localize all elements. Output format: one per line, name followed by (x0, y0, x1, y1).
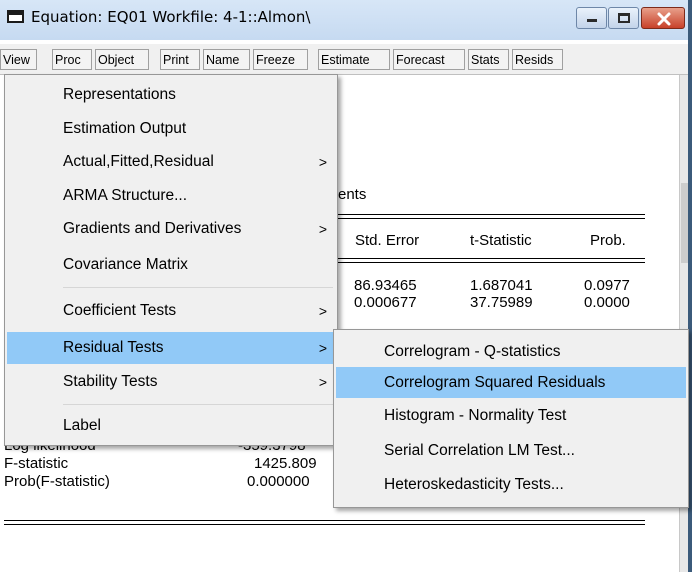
table-top-rule (338, 214, 645, 219)
menu-item-label: Representations (63, 86, 176, 103)
menu-item-label: ARMA Structure... (63, 187, 188, 204)
menu-item-representations[interactable]: Representations (7, 80, 335, 110)
submenu-arrow-icon: > (318, 374, 327, 390)
col-header-std-error: Std. Error (355, 232, 420, 249)
menu-item-label: Estimation Output (63, 120, 187, 137)
toolbar-resids-button[interactable]: Resids (512, 49, 563, 70)
menu-item-residual-tests[interactable]: Residual Tests > (7, 332, 335, 364)
toolbar-object-button[interactable]: Object (95, 49, 149, 70)
menu-item-estimation-output[interactable]: Estimation Output (7, 114, 335, 144)
close-icon (657, 12, 671, 26)
toolbar-stats-button[interactable]: Stats (468, 49, 509, 70)
menu-item-gradients-derivatives[interactable]: Gradients and Derivatives > (7, 214, 335, 244)
toolbar-view-button[interactable]: View (0, 49, 37, 70)
close-button[interactable] (641, 7, 685, 29)
stat-label: F-statistic (4, 455, 69, 472)
submenu-item-label: Heteroskedasticity Tests... (384, 476, 564, 493)
residual-tests-submenu: Correlogram - Q-statistics Correlogram S… (333, 329, 689, 508)
t-statistic-value: 1.687041 (470, 277, 533, 294)
menu-item-coefficient-tests[interactable]: Coefficient Tests > (7, 296, 335, 326)
maximize-button[interactable] (608, 7, 639, 29)
submenu-item-label: Correlogram Squared Residuals (384, 374, 606, 391)
submenu-arrow-icon: > (318, 221, 327, 237)
table-bottom-rule (4, 520, 645, 525)
submenu-item-correlogram-squared-residuals[interactable]: Correlogram Squared Residuals (336, 367, 686, 398)
toolbar-proc-button[interactable]: Proc (52, 49, 92, 70)
toolbar-name-button[interactable]: Name (203, 49, 250, 70)
menu-item-label: Stability Tests (63, 373, 158, 390)
t-statistic-value: 37.75989 (470, 294, 533, 311)
col-header-prob: Prob. (590, 232, 626, 249)
submenu-item-serial-correlation-lm-test[interactable]: Serial Correlation LM Test... (336, 436, 686, 466)
equation-window: Equation: EQ01 Workfile: 4-1::Almon\ Vie… (0, 0, 692, 572)
stat-value: 1425.809 (254, 455, 317, 472)
menu-item-label: Actual,Fitted,Residual (63, 153, 214, 170)
menu-item-label: Residual Tests (63, 339, 164, 356)
menu-item-arma-structure[interactable]: ARMA Structure... (7, 181, 335, 211)
menu-separator (63, 287, 333, 288)
stat-value: 0.000000 (247, 473, 310, 490)
submenu-arrow-icon: > (318, 154, 327, 170)
menu-separator (63, 404, 333, 405)
menu-item-label[interactable]: Label (7, 411, 335, 441)
toolbar-estimate-button[interactable]: Estimate (318, 49, 390, 70)
submenu-item-heteroskedasticity-tests[interactable]: Heteroskedasticity Tests... (336, 470, 686, 500)
title-bar[interactable]: Equation: EQ01 Workfile: 4-1::Almon\ (0, 0, 692, 40)
submenu-item-label: Histogram - Normality Test (384, 407, 567, 424)
toolbar: View Proc Object Print Name Freeze Estim… (0, 44, 692, 74)
menu-item-label: Coefficient Tests (63, 302, 177, 319)
window-icon (7, 10, 24, 23)
submenu-arrow-icon: > (318, 303, 327, 319)
menu-item-label: Covariance Matrix (63, 256, 188, 273)
menu-item-actual-fitted-residual[interactable]: Actual,Fitted,Residual > (7, 147, 335, 177)
menu-item-stability-tests[interactable]: Stability Tests > (7, 367, 335, 397)
menu-item-label: Gradients and Derivatives (63, 220, 242, 237)
toolbar-freeze-button[interactable]: Freeze (253, 49, 308, 70)
submenu-item-label: Correlogram - Q-statistics (384, 343, 561, 360)
prob-value: 0.0977 (584, 277, 630, 294)
submenu-item-label: Serial Correlation LM Test... (384, 442, 575, 459)
minimize-button[interactable] (576, 7, 607, 29)
table-header-rule (338, 258, 645, 263)
toolbar-forecast-button[interactable]: Forecast (393, 49, 465, 70)
view-dropdown-menu: Representations Estimation Output Actual… (4, 74, 338, 446)
toolbar-print-button[interactable]: Print (160, 49, 200, 70)
menu-item-covariance-matrix[interactable]: Covariance Matrix (7, 253, 335, 277)
submenu-item-histogram-normality-test[interactable]: Histogram - Normality Test (336, 401, 686, 431)
submenu-arrow-icon: > (318, 340, 327, 356)
submenu-item-correlogram-q-statistics[interactable]: Correlogram - Q-statistics (336, 337, 686, 367)
menu-item-label-text: Label (63, 417, 101, 434)
std-error-value: 0.000677 (354, 294, 417, 311)
output-heading-fragment: ents (338, 186, 367, 203)
std-error-value: 86.93465 (354, 277, 417, 294)
window-title: Equation: EQ01 Workfile: 4-1::Almon\ (31, 8, 311, 26)
stat-label: Prob(F-statistic) (4, 473, 110, 490)
prob-value: 0.0000 (584, 294, 630, 311)
col-header-t-statistic: t-Statistic (470, 232, 532, 249)
